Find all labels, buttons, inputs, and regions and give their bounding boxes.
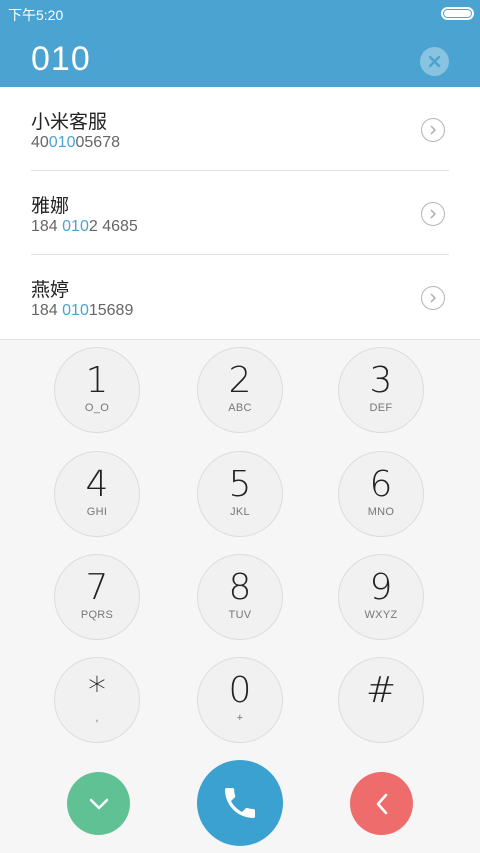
chevron-right-icon (430, 293, 436, 303)
results-divider (0, 339, 480, 340)
close-icon (428, 55, 441, 68)
key-4[interactable]: 4 GHI (54, 451, 140, 537)
key-star[interactable]: *, (54, 657, 140, 743)
key-2[interactable]: 2 ABC (197, 347, 283, 433)
contact-detail-button[interactable] (421, 286, 445, 310)
key-8[interactable]: 8 TUV (197, 554, 283, 640)
result-item[interactable]: 燕婷 184 01015689 (0, 255, 480, 339)
phone-icon (225, 788, 255, 818)
contact-detail-button[interactable] (421, 202, 445, 226)
chevron-right-icon (430, 125, 436, 135)
call-button[interactable] (197, 760, 283, 846)
contact-name: 雅娜 (31, 196, 70, 217)
key-hash[interactable]: # (338, 657, 424, 743)
search-results: 小米客服 4001005678 雅娜 184 0102 4685 燕婷 184 … (0, 87, 480, 339)
delete-button[interactable] (350, 772, 413, 835)
contact-name: 燕婷 (31, 280, 70, 301)
key-9[interactable]: 9 WXYZ (338, 554, 424, 640)
contact-name: 小米客服 (31, 112, 108, 133)
contact-number: 184 01015689 (31, 302, 134, 319)
key-0[interactable]: 0 + (197, 657, 283, 743)
contact-detail-button[interactable] (421, 118, 445, 142)
contact-number: 184 0102 4685 (31, 218, 138, 235)
key-3[interactable]: 3 DEF (338, 347, 424, 433)
key-5[interactable]: 5 JKL (197, 451, 283, 537)
battery-icon (441, 7, 474, 20)
dialer-header: 下午5:20 010 (0, 0, 480, 87)
chevron-down-icon (89, 798, 108, 809)
status-time: 下午5:20 (8, 7, 64, 23)
chevron-left-icon (376, 793, 387, 814)
collapse-keypad-button[interactable] (67, 772, 130, 835)
key-6[interactable]: 6 MNO (338, 451, 424, 537)
clear-button[interactable] (420, 47, 449, 76)
chevron-right-icon (430, 209, 436, 219)
result-item[interactable]: 小米客服 4001005678 (0, 87, 480, 171)
key-1[interactable]: 1 O_O (54, 347, 140, 433)
contact-number: 4001005678 (31, 134, 120, 151)
result-item[interactable]: 雅娜 184 0102 4685 (0, 171, 480, 255)
key-7[interactable]: 7 PQRS (54, 554, 140, 640)
dialed-number: 010 (31, 40, 91, 78)
